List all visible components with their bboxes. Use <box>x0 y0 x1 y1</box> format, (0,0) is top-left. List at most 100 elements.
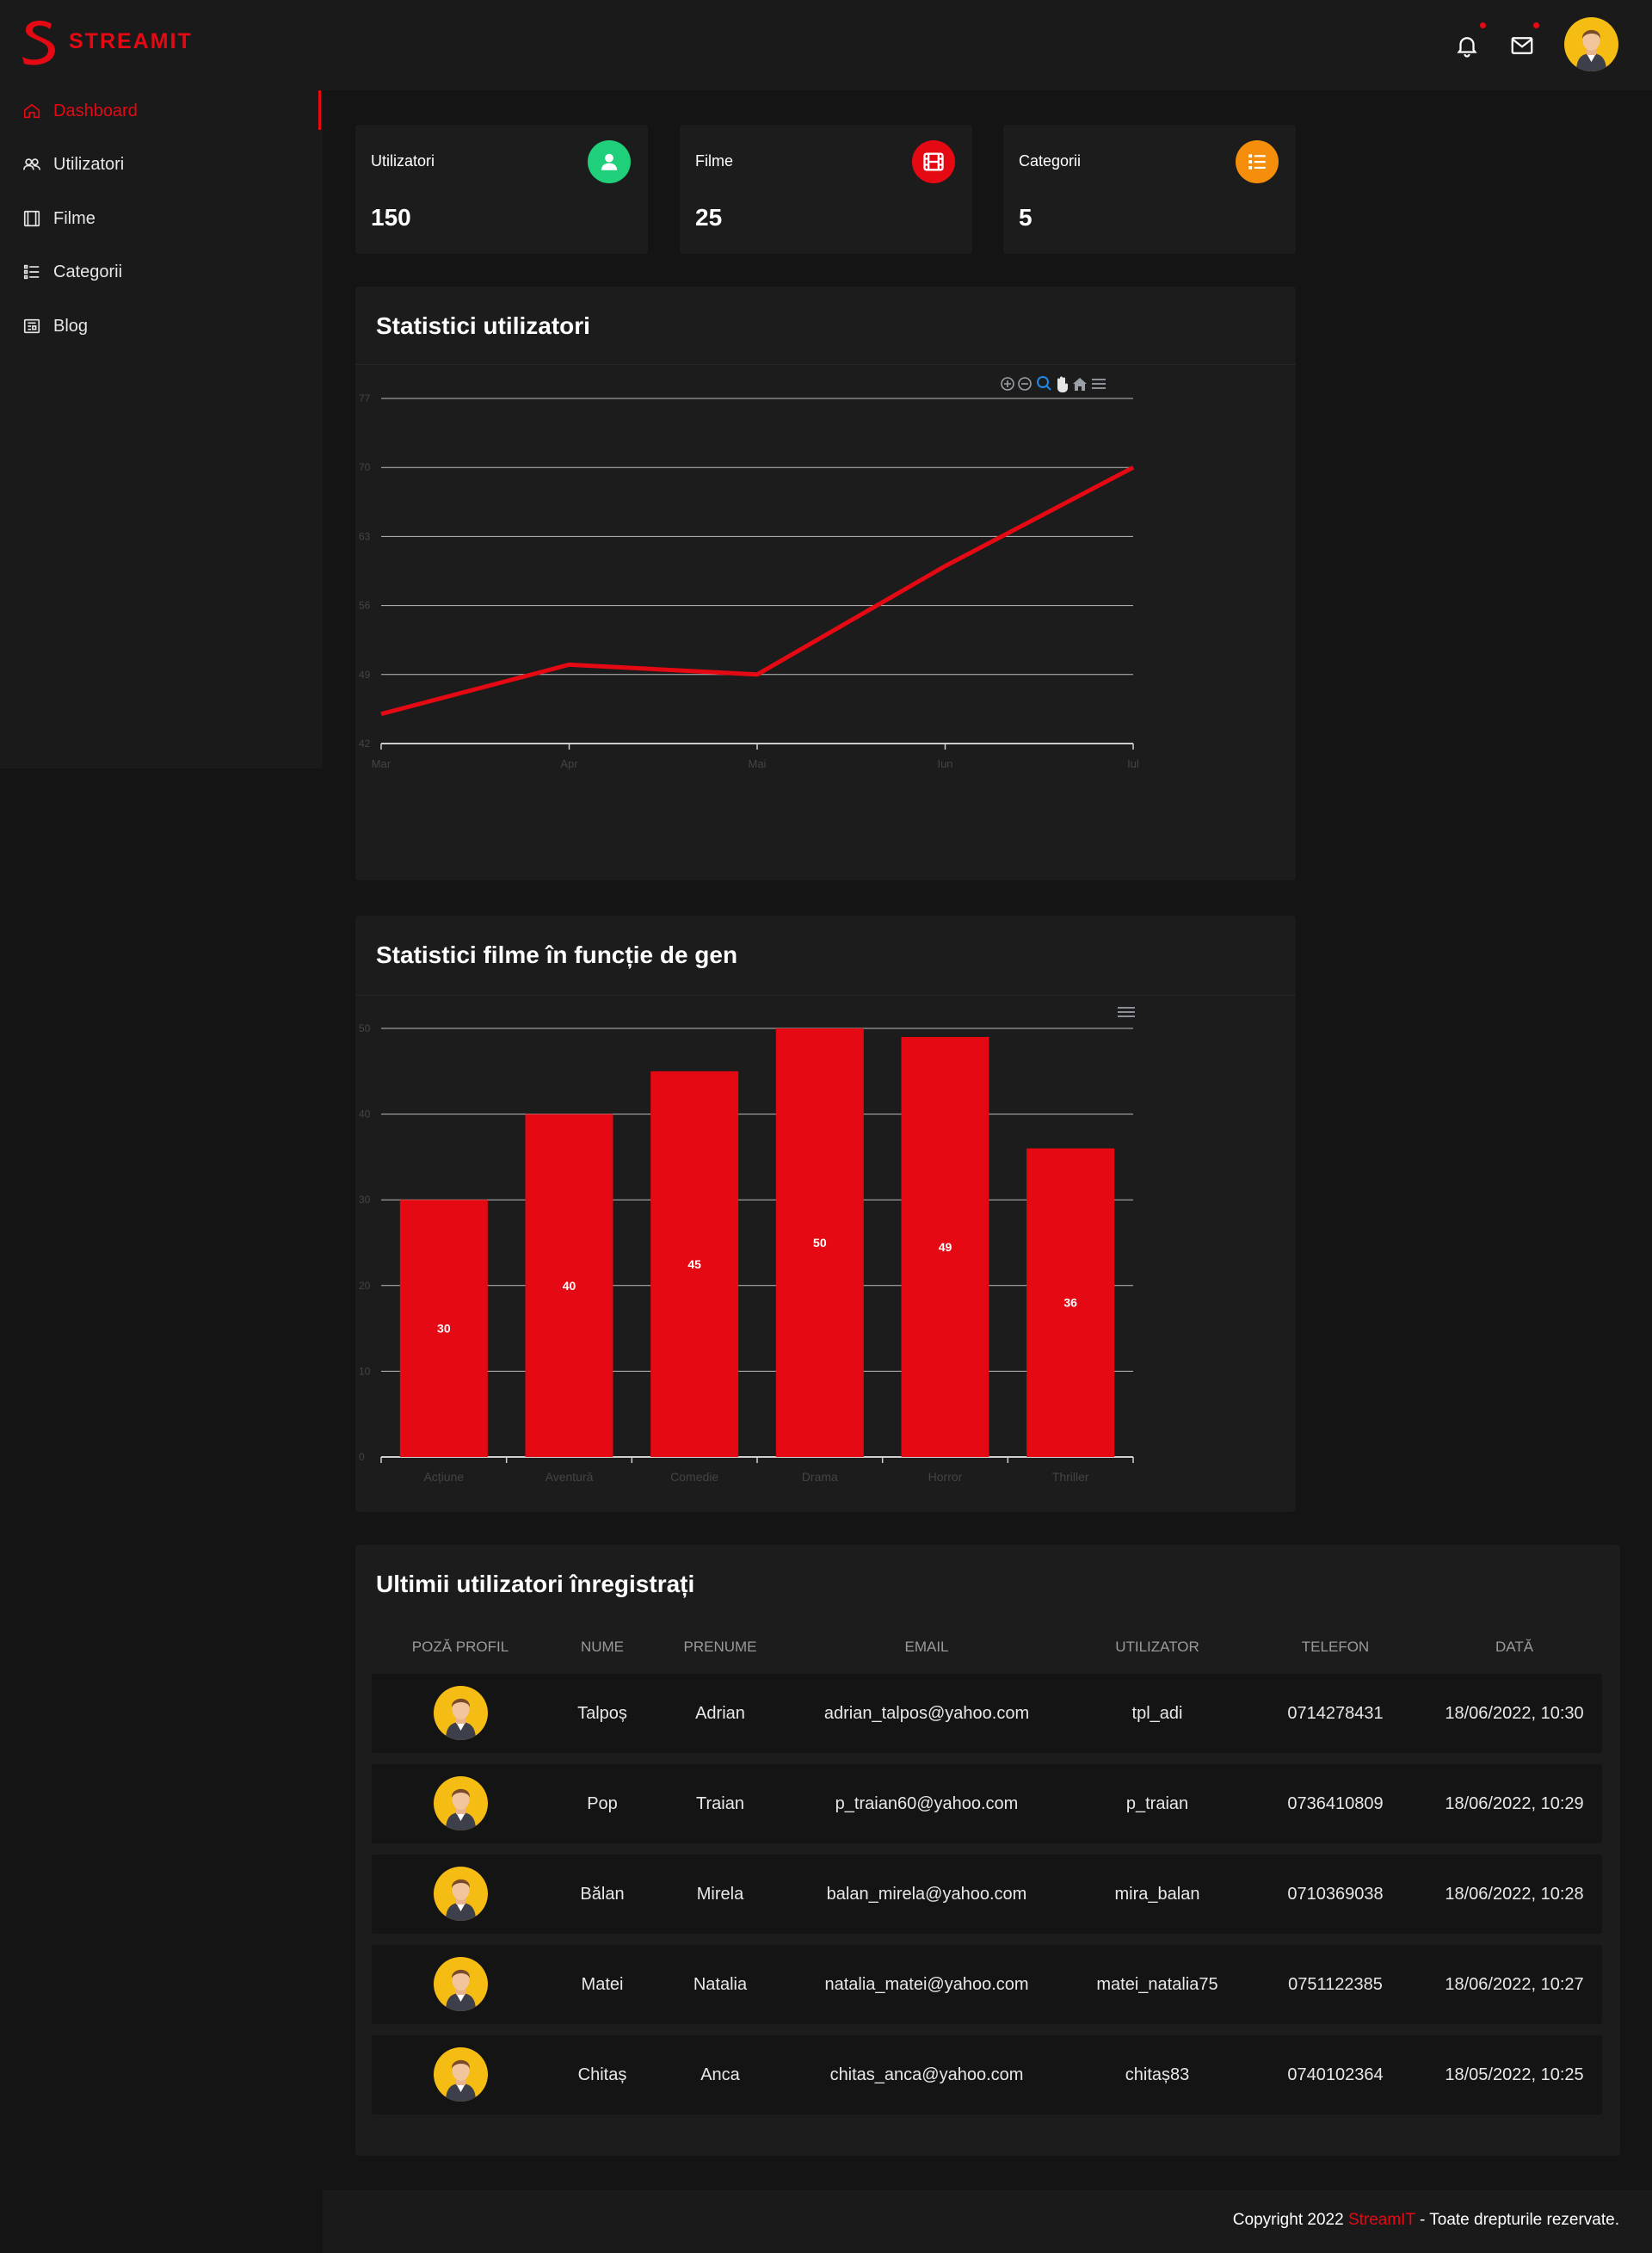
column-header: PRENUME <box>683 1639 757 1655</box>
bar-value-label: 30 <box>437 1322 451 1336</box>
sidebar-item-categorii[interactable]: Categorii <box>0 255 323 289</box>
stat-value: 5 <box>1019 204 1032 231</box>
stat-label: Categorii <box>1019 152 1082 170</box>
cell-nume: Matei <box>581 1975 624 1994</box>
cell-utilizator: matei_natalia75 <box>1096 1975 1218 1994</box>
newspaper-icon <box>23 318 40 334</box>
stat-card-categorii: Categorii 5 <box>1003 125 1296 254</box>
sidebar-item-label: Categorii <box>53 262 123 281</box>
y-tick-label: 70 <box>359 461 371 473</box>
streamit-logo-icon <box>22 21 55 65</box>
x-tick-label: Mar <box>372 757 391 770</box>
cell-prenume: Anca <box>700 2065 740 2084</box>
list-icon <box>23 264 40 280</box>
user-icon <box>588 140 631 183</box>
column-header: TELEFON <box>1301 1639 1370 1655</box>
profile-avatar <box>434 1957 488 2011</box>
cell-utilizator: mira_balan <box>1114 1885 1200 1904</box>
avatar-face-icon <box>1576 29 1606 71</box>
x-tick-label: Apr <box>560 757 578 770</box>
panel-title: Statistici filme în funcție de gen <box>376 941 738 968</box>
footer: Copyright 2022 StreamIT - Toate drepturi… <box>323 2190 1652 2253</box>
panel-title: Statistici utilizatori <box>376 312 590 339</box>
cell-utilizator: chitaș83 <box>1125 2065 1190 2084</box>
cell-nume: Pop <box>587 1794 618 1813</box>
y-tick-label: 63 <box>359 530 371 542</box>
bar-value-label: 36 <box>1063 1296 1077 1310</box>
sidebar-item-dashboard[interactable]: Dashboard <box>0 94 323 128</box>
x-tick-label: Aventură <box>546 1470 594 1484</box>
cell-data: 18/06/2022, 10:27 <box>1445 1975 1584 1994</box>
cell-prenume: Natalia <box>693 1975 748 1994</box>
x-tick-label: Mai <box>749 757 767 770</box>
column-header: POZĂ PROFIL <box>411 1639 509 1655</box>
sidebar-item-utilizatori[interactable]: Utilizatori <box>0 147 323 182</box>
cell-telefon: 0751122385 <box>1288 1975 1383 1994</box>
user-avatar[interactable] <box>1564 17 1618 71</box>
cell-telefon: 0714278431 <box>1287 1704 1384 1723</box>
stat-card-filme: Filme 25 <box>680 125 972 254</box>
cell-data: 18/06/2022, 10:28 <box>1445 1885 1584 1904</box>
profile-avatar <box>434 1867 488 1921</box>
column-header: NUME <box>580 1639 625 1655</box>
cell-prenume: Traian <box>696 1794 744 1813</box>
x-tick-label: Drama <box>802 1470 838 1484</box>
x-tick-label: Thriller <box>1052 1470 1089 1484</box>
users-icon <box>23 158 40 170</box>
brand-logo[interactable]: STREAMIT <box>19 17 193 65</box>
cell-telefon: 0736410809 <box>1287 1794 1384 1813</box>
column-header: EMAIL <box>904 1639 949 1655</box>
stat-card-utilizatori: Utilizatori 150 <box>355 125 648 254</box>
bar-chart-panel: Statistici filme în funcție de gen 0 10 20… <box>355 916 1296 1512</box>
x-tick-label: Iun <box>937 757 952 770</box>
profile-avatar <box>434 1686 488 1740</box>
table-row[interactable]: Matei Natalia natalia_matei@yahoo.com matei… <box>372 1945 1602 2024</box>
bell-icon[interactable] <box>1454 33 1480 59</box>
bar-value-label: 45 <box>687 1257 701 1271</box>
list-icon <box>1236 140 1279 183</box>
y-tick-label: 56 <box>359 600 371 612</box>
sidebar-item-filme[interactable]: Filme <box>0 201 323 236</box>
profile-avatar <box>434 1776 488 1830</box>
sidebar-item-label: Dashboard <box>53 101 138 120</box>
mail-icon[interactable] <box>1509 33 1535 59</box>
cell-prenume: Adrian <box>695 1704 745 1723</box>
panel-title: Ultimii utilizatori înregistrați <box>376 1571 695 1597</box>
x-tick-label: Horror <box>928 1470 963 1484</box>
footer-brand-link[interactable]: StreamIT <box>1348 2211 1415 2229</box>
cell-nume: Bălan <box>580 1885 625 1904</box>
line-chart-panel: Statistici utilizatori 42 49 56 63 70 77 Mar Ap… <box>355 287 1296 880</box>
column-header: UTILIZATOR <box>1115 1639 1199 1655</box>
line-chart: 42 49 56 63 70 77 Mar Apr Mai Iun Iul <box>359 392 1139 770</box>
cell-telefon: 0740102364 <box>1287 2065 1384 2084</box>
x-tick-label: Iul <box>1127 757 1139 770</box>
sidebar-item-label: Filme <box>53 208 96 228</box>
bar-value-label: 50 <box>813 1236 827 1250</box>
bar-value-label: 49 <box>939 1240 952 1254</box>
sidebar-item-label: Blog <box>53 316 89 336</box>
sidebar-item-blog[interactable]: Blog <box>0 309 323 343</box>
table-row[interactable]: Bălan Mirela balan_mirela@yahoo.com mira_ba… <box>372 1855 1602 1934</box>
cell-telefon: 0710369038 <box>1287 1885 1384 1904</box>
y-tick-label: 20 <box>359 1280 371 1292</box>
brand-name: STREAMIT <box>69 28 193 53</box>
table-row[interactable]: Talpoș Adrian adrian_talpos@yahoo.com tpl_a… <box>372 1674 1602 1753</box>
cell-utilizator: tpl_adi <box>1131 1704 1183 1723</box>
cell-data: 18/05/2022, 10:25 <box>1445 2065 1584 2084</box>
sidebar-item-label: Utilizatori <box>53 154 125 174</box>
cell-email: chitas_anca@yahoo.com <box>829 2065 1024 2084</box>
cell-email: balan_mirela@yahoo.com <box>826 1885 1027 1904</box>
x-tick-label: Comedie <box>670 1470 718 1484</box>
stat-value: 25 <box>695 204 723 231</box>
notification-dot <box>1480 22 1486 28</box>
table-row[interactable]: Chitaș Anca chitas_anca@yahoo.com chitaș83 0… <box>372 2035 1602 2114</box>
cell-email: adrian_talpos@yahoo.com <box>823 1704 1030 1723</box>
column-header: DATĂ <box>1495 1639 1534 1655</box>
y-tick-label: 40 <box>359 1108 371 1120</box>
bar-chart: 0 10 20 30 40 50 30 Acțiune 40 Aventură 45 Comedie 5… <box>359 1022 1134 1484</box>
y-tick-label: 49 <box>359 669 371 681</box>
cell-prenume: Mirela <box>696 1885 744 1904</box>
cell-nume: Talpoș <box>577 1704 627 1723</box>
table-row[interactable]: Pop Traian p_traian60@yahoo.com p_traian 073… <box>372 1764 1602 1843</box>
y-tick-label: 30 <box>359 1194 371 1206</box>
